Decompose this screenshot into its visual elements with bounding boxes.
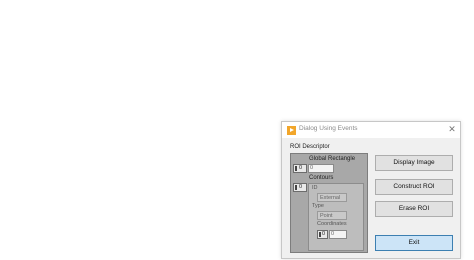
roi-descriptor-label: ROI Descriptor: [290, 144, 330, 150]
dialog-window: Dialog Using Events ✕ ROI Descriptor Glo…: [281, 121, 461, 259]
exit-button[interactable]: Exit: [375, 235, 453, 251]
erase-roi-button[interactable]: Erase ROI: [375, 201, 453, 217]
contours-label: Contours: [309, 175, 334, 181]
type-label: Type: [312, 203, 324, 209]
global-rectangle-label: Global Rectangle: [309, 156, 356, 162]
id-label: ID: [312, 185, 318, 191]
display-image-button[interactable]: Display Image: [375, 155, 453, 171]
global-rectangle-index[interactable]: 0: [293, 164, 307, 173]
contours-index[interactable]: 0: [293, 183, 307, 192]
coordinates-value[interactable]: 0: [329, 230, 347, 239]
global-rectangle-value[interactable]: 0: [308, 164, 334, 173]
title-bar[interactable]: Dialog Using Events ✕: [282, 122, 460, 138]
type-value[interactable]: Point: [317, 211, 347, 220]
app-icon: [287, 126, 296, 135]
window-title: Dialog Using Events: [299, 125, 358, 132]
close-icon[interactable]: ✕: [446, 123, 458, 136]
id-value[interactable]: External: [317, 193, 347, 202]
construct-roi-button[interactable]: Construct ROI: [375, 179, 453, 195]
contour-element-cluster: ID External Type Point Coordinates 0 0: [308, 183, 364, 251]
roi-descriptor-cluster: Global Rectangle 0 0 Contours 0 ID Exter…: [290, 153, 368, 253]
coordinates-index[interactable]: 0: [317, 230, 328, 239]
coordinates-label: Coordinates: [317, 221, 347, 227]
